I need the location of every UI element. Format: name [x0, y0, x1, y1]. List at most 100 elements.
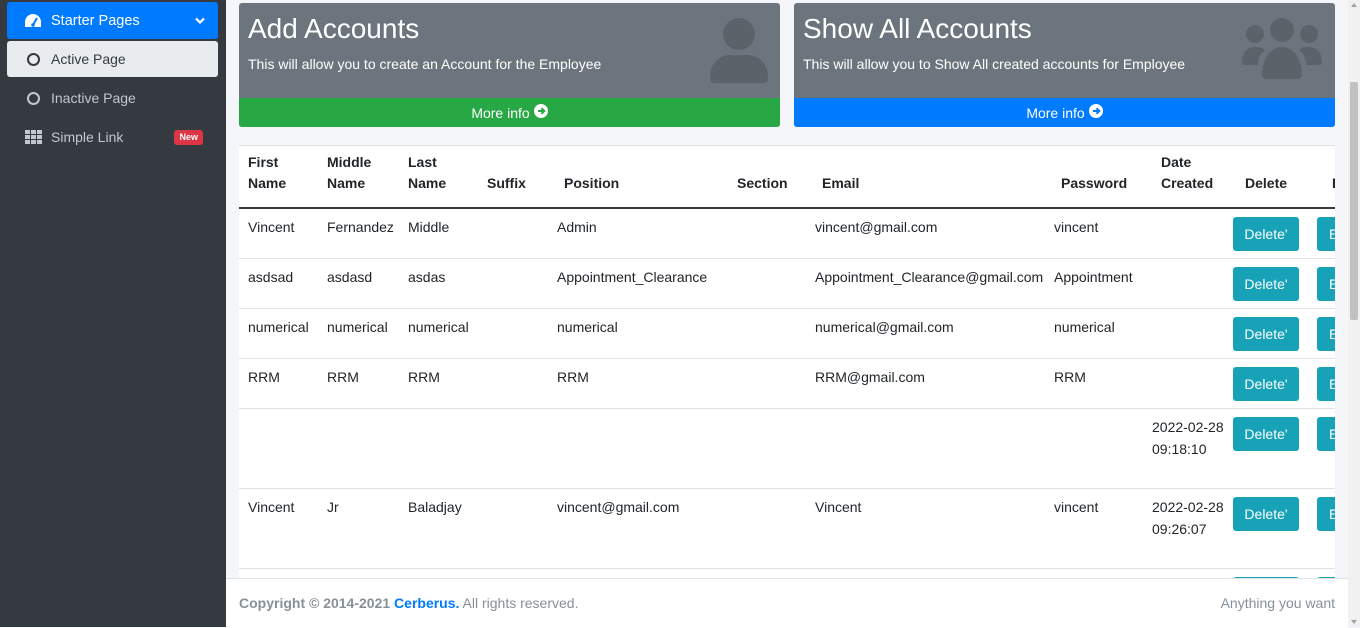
cell-section [712, 258, 806, 309]
cell-edit: Edit [1308, 488, 1335, 569]
cell-date: 2022-02-28 09:18:10 [1143, 408, 1224, 489]
edit-button[interactable]: Edit [1317, 267, 1335, 301]
users-icon [1242, 17, 1322, 82]
cell-email: vincent@gmail.com [806, 207, 1045, 259]
edit-button[interactable]: Edit [1317, 317, 1335, 351]
cell-last: Baladjay [399, 488, 478, 569]
scroll-up-arrow-icon[interactable] [1351, 3, 1357, 7]
column-header-delete: Delete [1224, 146, 1308, 209]
cell-password: RRM [1045, 358, 1143, 409]
arrow-circle-right-icon [1088, 104, 1103, 121]
table-row: Vincent Fernandez Middle Admin vincent@gmail… [239, 207, 1335, 259]
sidebar-item-label: Starter Pages [51, 12, 140, 29]
cell-date [1143, 258, 1224, 309]
table-row: numerical numerical numerical numerical nume… [239, 308, 1335, 359]
cell-position [548, 408, 712, 489]
delete-button[interactable]: Delete' [1233, 317, 1299, 351]
cell-edit: Edit [1308, 358, 1335, 409]
accounts-table: First Name Middle Name Last Name Suffix … [239, 146, 1335, 579]
column-header-password: Password [1045, 146, 1143, 209]
cell-date [1143, 308, 1224, 359]
circle-icon [24, 50, 42, 68]
delete-button[interactable]: Delete' [1233, 267, 1299, 301]
cell-section [712, 358, 806, 409]
cell-position: numerical [548, 308, 712, 359]
column-header-email: Email [806, 146, 1045, 209]
show-all-accounts-more-info-link[interactable]: More info [794, 98, 1335, 127]
column-header-position: Position [548, 146, 712, 209]
table-row: Vincent Jr Baladjay vincent@gmail.com Vincen… [239, 488, 1335, 569]
more-info-label: More info [471, 104, 530, 121]
cell-section [712, 308, 806, 359]
accounts-table-container[interactable]: First Name Middle Name Last Name Suffix … [239, 145, 1335, 579]
cell-position: vincent@gmail.com [548, 488, 712, 569]
show-all-accounts-description: This will allow you to Show All created … [803, 56, 1186, 72]
scrollbar-thumb[interactable] [1350, 82, 1358, 320]
cell-suffix [478, 408, 548, 489]
circle-icon [24, 89, 42, 107]
chevron-down-icon [195, 12, 205, 28]
cell-suffix [478, 207, 548, 259]
cell-last: RRM [399, 358, 478, 409]
delete-button[interactable]: Delete' [1233, 217, 1299, 251]
edit-button[interactable]: Edit [1317, 367, 1335, 401]
cell-delete: Delete' [1224, 308, 1308, 359]
sidebar-item-inactive-page[interactable]: Inactive Page [7, 80, 218, 116]
column-header-edit: Edit [1308, 146, 1335, 209]
grid-icon [24, 128, 42, 146]
cell-password: vincent [1045, 488, 1143, 569]
add-accounts-more-info-link[interactable]: More info [239, 98, 780, 127]
column-header-date-created: Date Created [1143, 146, 1224, 209]
scroll-down-arrow-icon[interactable] [1351, 620, 1357, 624]
more-info-label: More info [1026, 104, 1085, 121]
cell-section [712, 408, 806, 489]
cell-email: Vincent [806, 488, 1045, 569]
cell-section [712, 488, 806, 569]
cell-first: asdsad [239, 258, 318, 309]
arrow-circle-right-icon [533, 104, 548, 121]
page-scrollbar[interactable] [1348, 0, 1360, 627]
cell-middle [318, 408, 399, 489]
delete-button[interactable]: Delete' [1233, 497, 1299, 531]
cell-suffix [478, 258, 548, 309]
footer-right-text: Anything you want [1220, 595, 1335, 611]
cell-middle: Jr [318, 488, 399, 569]
cell-first: Vincent [239, 207, 318, 259]
page-footer: Copyright © 2014-2021 Cerberus. All righ… [226, 578, 1348, 628]
sidebar-item-label: Active Page [51, 51, 126, 67]
add-accounts-description: This will allow you to create an Account… [248, 56, 602, 72]
cell-email: numerical@gmail.com [806, 308, 1045, 359]
edit-button[interactable]: Edit [1317, 417, 1335, 451]
delete-button[interactable]: Delete' [1233, 367, 1299, 401]
cell-first: numerical [239, 308, 318, 359]
cell-middle: RRM [318, 358, 399, 409]
cell-last: asdas [399, 258, 478, 309]
sidebar-item-simple-link[interactable]: Simple Link New [7, 119, 218, 155]
sidebar-item-starter-pages[interactable]: Starter Pages [7, 2, 218, 39]
sidebar-item-active-page[interactable]: Active Page [7, 41, 218, 77]
table-row: asdsad asdasd asdas Appointment_Clearance Ap… [239, 258, 1335, 309]
cerberus-link[interactable]: Cerberus. [394, 595, 459, 611]
cell-date: 2022-02-28 09:26:07 [1143, 488, 1224, 569]
cell-password: numerical [1045, 308, 1143, 359]
cell-position: Appointment_Clearance [548, 258, 712, 309]
cell-last [399, 408, 478, 489]
edit-button[interactable]: Edit [1317, 497, 1335, 531]
cell-password [1045, 408, 1143, 489]
cell-edit: Edit [1308, 258, 1335, 309]
show-all-accounts-title: Show All Accounts [803, 13, 1032, 44]
column-header-suffix: Suffix [478, 146, 548, 209]
cell-date [1143, 358, 1224, 409]
cell-first: Vincent [239, 488, 318, 569]
cell-password: vincent [1045, 207, 1143, 259]
new-badge: New [174, 130, 203, 145]
column-header-section: Section [712, 146, 806, 209]
cell-middle: numerical [318, 308, 399, 359]
cell-password: Appointment [1045, 258, 1143, 309]
tachometer-icon [24, 12, 42, 30]
delete-button[interactable]: Delete' [1233, 417, 1299, 451]
cell-email [806, 408, 1045, 489]
add-accounts-box: Add Accounts This will allow you to crea… [239, 3, 780, 127]
cell-middle: Fernandez [318, 207, 399, 259]
edit-button[interactable]: Edit [1317, 217, 1335, 251]
